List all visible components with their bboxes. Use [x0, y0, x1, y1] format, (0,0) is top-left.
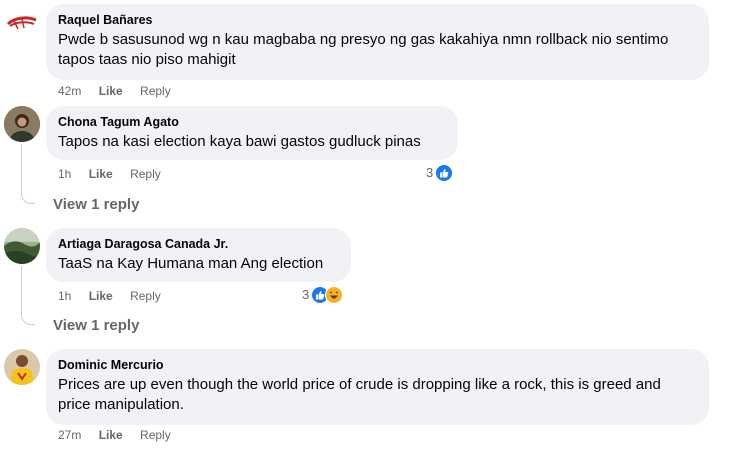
- reply-button[interactable]: Reply: [140, 83, 171, 99]
- landscape-photo-icon: [4, 228, 40, 264]
- avatar[interactable]: [4, 349, 40, 385]
- reply-button[interactable]: Reply: [140, 427, 171, 443]
- yellow-jersey-icon: [4, 349, 40, 385]
- avatar[interactable]: [4, 4, 40, 40]
- comment-timestamp[interactable]: 1h: [58, 288, 71, 304]
- comment-text: Prices are up even though the world pric…: [58, 376, 661, 413]
- comment-author[interactable]: Raquel Bañares: [58, 12, 697, 28]
- like-button[interactable]: Like: [99, 427, 123, 443]
- comment-actions: 42m Like Reply: [58, 83, 171, 99]
- reaction-summary[interactable]: 3: [302, 286, 344, 304]
- comment-bubble: Chona Tagum Agato Tapos na kasi election…: [46, 106, 458, 160]
- reaction-summary[interactable]: 3: [426, 164, 454, 182]
- red-swoosh-icon: [6, 16, 37, 30]
- reply-button[interactable]: Reply: [130, 288, 161, 304]
- thread-connector-curve: [21, 311, 35, 325]
- haha-icon: [325, 286, 344, 304]
- avatar[interactable]: [4, 228, 40, 264]
- like-button[interactable]: Like: [89, 288, 113, 304]
- comment-text: Tapos na kasi election kaya bawi gastos …: [58, 133, 421, 150]
- comment-text: TaaS na Kay Humana man Ang election: [58, 255, 324, 272]
- view-replies-link[interactable]: View 1 reply: [53, 316, 139, 336]
- thread-connector-curve: [21, 190, 35, 204]
- comment-timestamp[interactable]: 42m: [58, 83, 81, 99]
- like-icon: [435, 164, 454, 182]
- thread-connector: [21, 144, 22, 190]
- reply-button[interactable]: Reply: [130, 166, 161, 182]
- like-button[interactable]: Like: [99, 83, 123, 99]
- reaction-count: 3: [302, 287, 310, 302]
- comment-timestamp[interactable]: 27m: [58, 427, 81, 443]
- view-replies-link[interactable]: View 1 reply: [53, 195, 139, 215]
- comment-actions: 27m Like Reply: [58, 427, 171, 443]
- comment-bubble: Raquel Bañares Pwde b sasusunod wg n kau…: [46, 4, 709, 80]
- like-button[interactable]: Like: [89, 166, 113, 182]
- comment-actions: 1h Like Reply: [58, 288, 161, 304]
- comment-timestamp[interactable]: 1h: [58, 166, 71, 182]
- avatar[interactable]: [4, 106, 40, 142]
- profile-photo-icon: [4, 106, 40, 142]
- comment-text: Pwde b sasusunod wg n kau magbaba ng pre…: [58, 31, 669, 68]
- comment-bubble: Dominic Mercurio Prices are up even thou…: [46, 349, 709, 425]
- comment-author[interactable]: Chona Tagum Agato: [58, 114, 446, 130]
- comment-actions: 1h Like Reply: [58, 166, 161, 182]
- thread-connector: [21, 266, 22, 311]
- comment-author[interactable]: Dominic Mercurio: [58, 357, 697, 373]
- reaction-count: 3: [426, 165, 434, 180]
- comment-bubble: Artiaga Daragosa Canada Jr. TaaS na Kay …: [46, 228, 351, 282]
- comment-author[interactable]: Artiaga Daragosa Canada Jr.: [58, 236, 339, 252]
